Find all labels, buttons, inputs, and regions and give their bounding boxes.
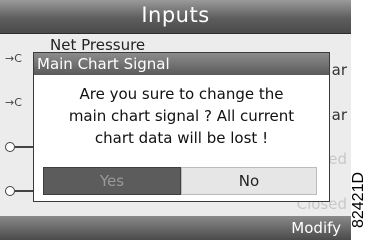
input-status-fragment: ed — [328, 150, 347, 168]
modify-button[interactable]: Modify — [291, 219, 341, 237]
softkey-bar: Modify — [0, 216, 351, 240]
page-title: Inputs — [141, 3, 210, 27]
dialog-title: Main Chart Signal — [37, 55, 170, 73]
dialog-message: Are you sure to change the main chart si… — [42, 83, 321, 149]
confirm-dialog: Main Chart Signal Are you sure to change… — [33, 52, 330, 202]
dialog-message-line: Are you sure to change the — [79, 85, 284, 103]
yes-button[interactable]: Yes — [43, 167, 181, 195]
dialog-message-line: chart data will be lost ! — [94, 129, 269, 147]
dialog-message-line: main chart signal ? All current — [68, 107, 295, 125]
reference-code-text: 82421D — [350, 171, 367, 229]
reference-code: 82421D — [350, 0, 367, 240]
input-value-fragment: ar — [331, 61, 347, 79]
input-value-fragment: ar — [331, 106, 347, 124]
title-bar: Inputs — [0, 0, 351, 34]
connector-icon: →C — [5, 96, 22, 109]
dialog-header: Main Chart Signal — [34, 53, 329, 75]
controller-screen: Inputs →C Net Pressure ar →C ar ed Close… — [0, 0, 351, 240]
connector-icon: →C — [5, 52, 22, 65]
no-button[interactable]: No — [181, 167, 317, 195]
